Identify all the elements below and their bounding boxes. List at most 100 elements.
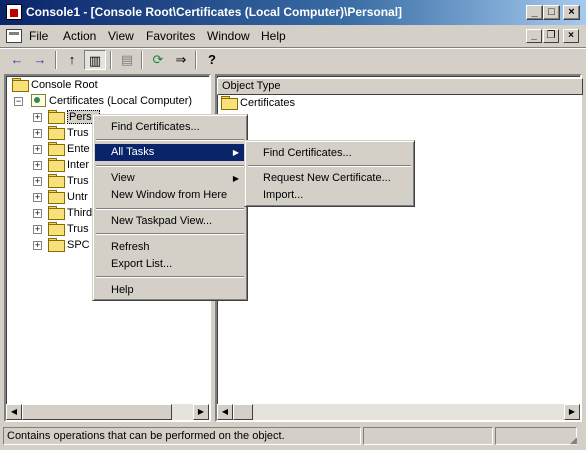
toolbar-separator [110,51,112,69]
up-one-level-icon[interactable]: ↑ [61,50,83,70]
toolbar-separator [195,51,197,69]
tree-item-trusted-root[interactable]: Trus [48,125,89,141]
scroll-left-arrow-icon[interactable]: ◀ [217,404,233,420]
status-panel-2 [363,427,493,445]
mdi-restore-button[interactable]: ❐ [543,29,559,43]
result-pane[interactable] [215,74,582,422]
ctx-refresh[interactable]: Refresh [95,239,245,256]
submenu-request-new-certificate[interactable]: Request New Certificate... [247,170,412,187]
expand-toggle[interactable]: + [33,145,42,154]
tree-item-untrusted[interactable]: Untr [48,189,88,205]
scroll-right-arrow-icon[interactable]: ▶ [193,404,209,420]
collapse-toggle[interactable]: − [14,97,23,106]
title-bar[interactable]: Console1 - [Console Root\Certificates (L… [0,0,586,25]
ctx-find-certificates[interactable]: Find Certificates... [95,119,245,136]
tree-label: Trus [67,223,89,235]
submenu-arrow-icon: ▶ [232,174,239,183]
menu-help[interactable]: Help [261,29,286,45]
list-horizontal-scrollbar[interactable] [217,404,580,420]
submenu-import[interactable]: Import... [247,187,412,204]
expand-toggle[interactable]: + [33,129,42,138]
ctx-separator [96,276,244,278]
show-hide-tree-icon[interactable]: ▥ [84,50,106,70]
forward-arrow-icon[interactable]: → [29,50,51,70]
menu-favorites[interactable]: Favorites [146,29,195,45]
tree-label: Ente [67,143,90,155]
ctx-separator [96,208,244,210]
folder-icon [48,190,65,204]
submenu-arrow-icon: ▶ [232,148,239,157]
refresh-icon[interactable]: ⟳ [147,50,169,70]
certificate-snapin-icon [30,93,46,107]
tree-item-third-party[interactable]: Third [48,205,92,221]
submenu-label: Import... [263,189,304,201]
ctx-export-list[interactable]: Export List... [95,256,245,273]
tree-label: SPC [67,239,90,251]
back-arrow-icon[interactable]: ← [6,50,28,70]
tree-label-certificates: Certificates (Local Computer) [49,95,193,107]
folder-icon [48,158,65,172]
ctx-label: Help [111,284,134,296]
delete-icon[interactable]: ▤ [116,50,138,70]
ctx-view[interactable]: View ▶ [95,170,245,187]
menu-file[interactable]: File [29,29,48,45]
context-menu: Find Certificates... All Tasks ▶ View ▶ Ne… [92,114,248,301]
tree-item-certificates[interactable]: Certificates (Local Computer) [30,93,192,109]
scroll-left-arrow-icon[interactable]: ◀ [6,404,22,420]
expand-toggle[interactable]: + [33,177,42,186]
console-window-icon[interactable] [6,29,22,43]
ctx-label: New Taskpad View... [111,215,213,227]
scroll-right-arrow-icon[interactable]: ▶ [564,404,580,420]
expand-toggle[interactable]: + [33,193,42,202]
ctx-label: New Window from Here [111,189,228,201]
ctx-label: Export List... [111,258,173,270]
tree-item-spc[interactable]: SPC [48,237,90,253]
expand-toggle[interactable]: + [33,113,42,122]
ctx-separator [248,165,411,167]
folder-icon [48,222,65,236]
toolbar-divider [0,47,586,49]
maximize-button[interactable]: □ [543,5,560,20]
help-icon[interactable]: ? [201,50,223,70]
tree-scroll-thumb[interactable] [22,404,172,420]
list-scroll-thumb[interactable] [233,404,253,420]
tree-label: Trus [67,175,89,187]
tree-item-trusted-publishers[interactable]: Trus [48,173,89,189]
export-list-icon[interactable]: ⇒ [170,50,192,70]
list-item-certificates[interactable]: Certificates [221,95,295,111]
resize-grip-icon[interactable]: ◢ [570,434,582,446]
mmc-app-icon[interactable] [6,4,22,20]
folder-icon [48,110,65,124]
tree-item-trusted-people[interactable]: Trus [48,221,89,237]
tree-item-intermediate[interactable]: Inter [48,157,89,173]
tree-label-console-root: Console Root [31,79,98,91]
menu-action[interactable]: Action [63,29,96,45]
submenu-label: Find Certificates... [263,147,352,159]
ctx-label: Refresh [111,241,150,253]
mdi-close-button[interactable]: × [563,29,579,43]
tree-item-enterprise-trust[interactable]: Ente [48,141,90,157]
minimize-button[interactable]: _ [526,5,543,20]
ctx-all-tasks[interactable]: All Tasks ▶ [95,144,245,161]
ctx-help[interactable]: Help [95,282,245,299]
menu-window[interactable]: Window [207,29,250,45]
mdi-minimize-button[interactable]: _ [526,29,542,43]
folder-icon [48,126,65,140]
toolbar-separator [141,51,143,69]
expand-toggle[interactable]: + [33,241,42,250]
column-header-object-type[interactable]: Object Type [217,78,583,95]
folder-icon [48,206,65,220]
submenu-find-certificates[interactable]: Find Certificates... [247,145,412,162]
ctx-label: Find Certificates... [111,121,200,133]
ctx-separator [96,165,244,167]
ctx-new-taskpad[interactable]: New Taskpad View... [95,213,245,230]
list-item-label: Certificates [240,97,296,109]
ctx-new-window[interactable]: New Window from Here [95,187,245,204]
tree-item-console-root[interactable]: Console Root [12,77,98,93]
close-button[interactable]: × [563,5,580,20]
expand-toggle[interactable]: + [33,209,42,218]
menu-view[interactable]: View [108,29,134,45]
tree-label: Inter [67,159,90,171]
expand-toggle[interactable]: + [33,161,42,170]
expand-toggle[interactable]: + [33,225,42,234]
